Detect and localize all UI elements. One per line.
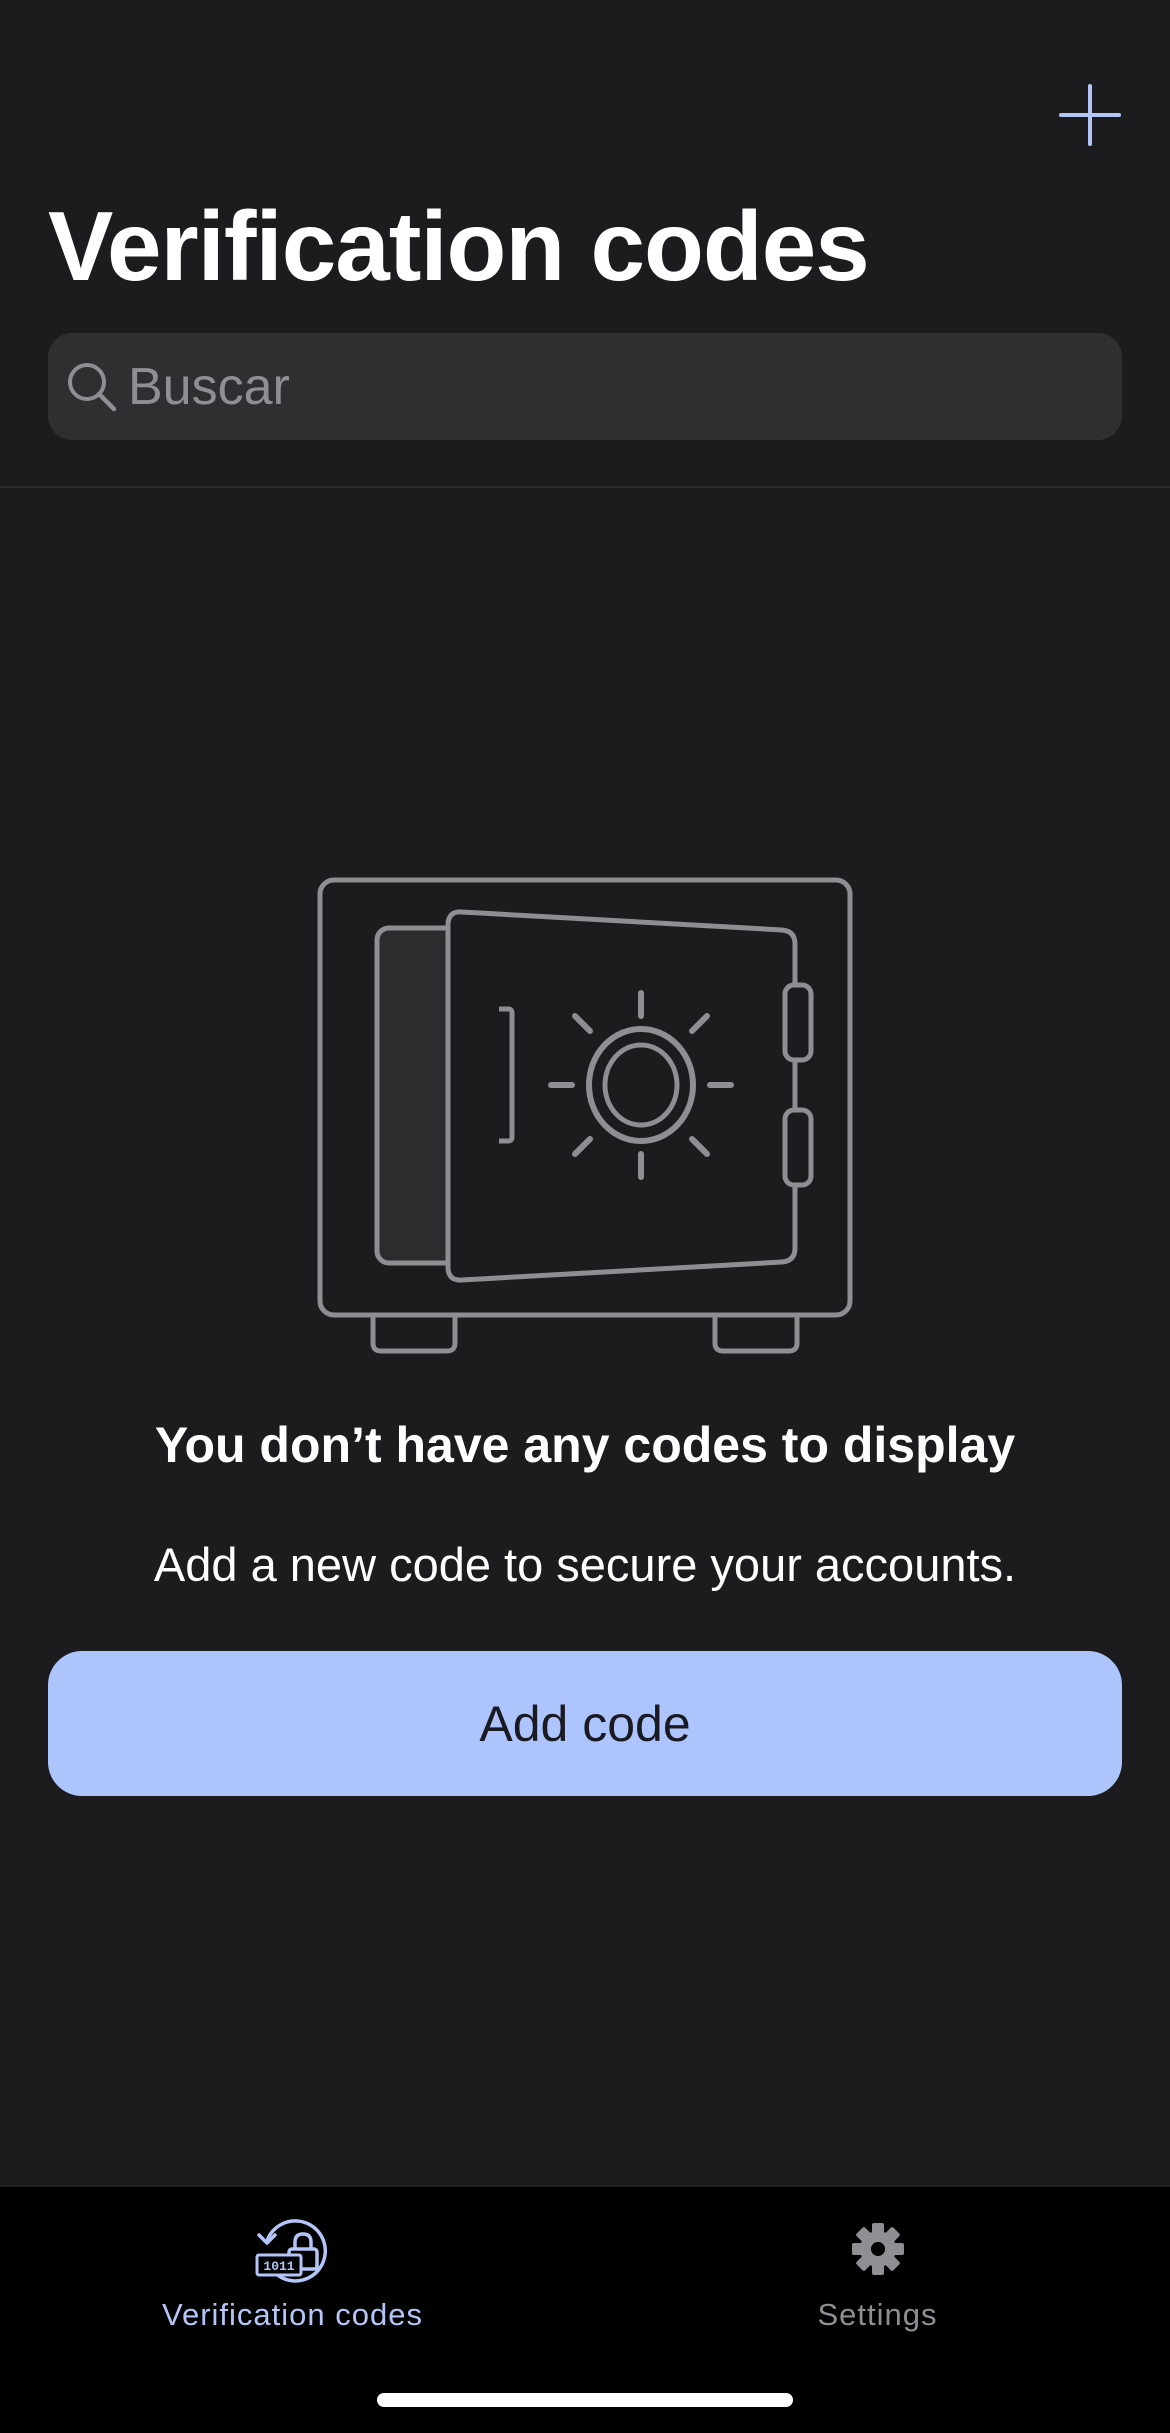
home-indicator <box>377 2393 793 2407</box>
page-title: Verification codes <box>48 191 870 301</box>
empty-state-subtitle: Add a new code to secure your accounts. <box>153 1538 1017 1591</box>
gear-icon <box>838 2209 918 2289</box>
tab-verification-codes[interactable]: 1011 Verification codes <box>0 2187 585 2357</box>
verification-codes-icon: 1011 <box>253 2209 333 2289</box>
search-bar[interactable] <box>48 333 1122 440</box>
svg-text:1011: 1011 <box>263 2259 294 2274</box>
plus-icon <box>1059 84 1121 146</box>
tab-settings-label: Settings <box>817 2297 938 2332</box>
search-icon <box>64 359 120 415</box>
tab-settings[interactable]: Settings <box>585 2187 1170 2357</box>
header-divider <box>0 486 1170 488</box>
add-code-button[interactable]: Add code <box>48 1651 1122 1796</box>
safe-illustration <box>315 875 855 1355</box>
empty-state-title: You don’t have any codes to display <box>154 1417 1016 1473</box>
search-input[interactable] <box>128 333 1088 440</box>
add-code-plus-button[interactable] <box>1055 80 1125 150</box>
tab-verification-codes-label: Verification codes <box>162 2297 423 2332</box>
